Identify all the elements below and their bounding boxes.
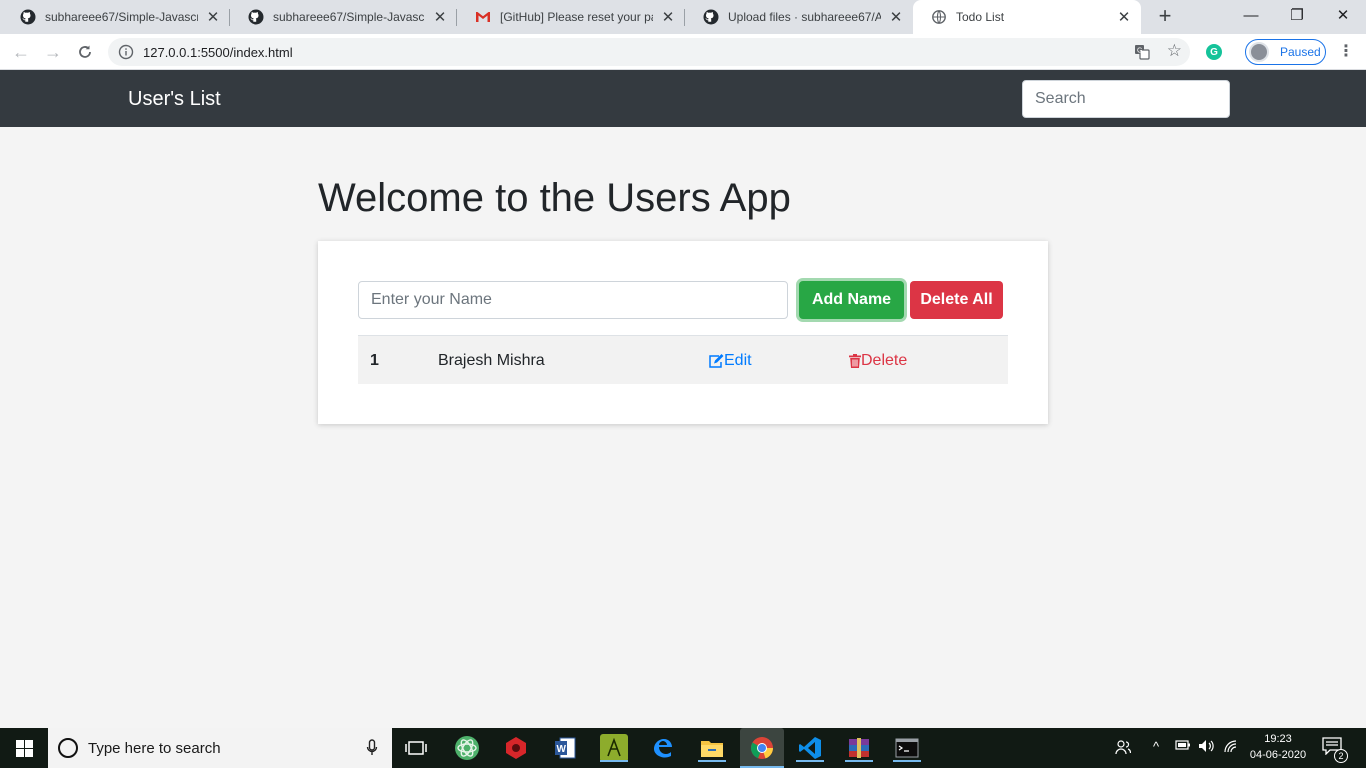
url-text: 127.0.0.1:5500/index.html: [143, 45, 293, 60]
winrar-icon[interactable]: [845, 734, 873, 762]
browser-tab-4[interactable]: Upload files · subhareee67/Am ✕: [685, 0, 913, 34]
app-icon[interactable]: [600, 734, 628, 762]
navbar-brand[interactable]: User's List: [128, 88, 221, 111]
close-icon[interactable]: ✕: [661, 8, 675, 26]
new-tab-button[interactable]: +: [1154, 5, 1176, 27]
grammarly-icon[interactable]: G: [1206, 44, 1222, 60]
user-row: 1 Brajesh Mishra Edit Delete: [358, 335, 1008, 384]
forward-arrow-icon[interactable]: →: [42, 41, 64, 63]
name-input[interactable]: [358, 281, 788, 319]
edit-link[interactable]: Edit: [708, 352, 752, 370]
gmail-icon: [475, 9, 491, 25]
svg-text:W: W: [557, 744, 567, 755]
bookmark-star-icon[interactable]: ☆: [1167, 41, 1182, 61]
add-name-button[interactable]: Add Name: [799, 281, 904, 319]
delete-link[interactable]: Delete: [849, 352, 907, 370]
close-icon[interactable]: ✕: [206, 8, 220, 26]
users-card: Add Name Delete All 1 Brajesh Mishra Edi…: [318, 241, 1048, 424]
running-indicator: [600, 760, 628, 762]
delete-label: Delete: [861, 352, 908, 369]
close-window-button[interactable]: ✕: [1320, 0, 1366, 30]
people-icon[interactable]: [1115, 739, 1132, 758]
reload-icon[interactable]: [74, 41, 96, 63]
terminal-icon[interactable]: [893, 734, 921, 762]
chrome-icon[interactable]: [740, 728, 784, 768]
file-explorer-icon[interactable]: [698, 734, 726, 762]
chevron-up-icon[interactable]: ^: [1153, 739, 1159, 754]
notifications-icon[interactable]: 2: [1322, 737, 1348, 763]
browser-tab-active[interactable]: Todo List ✕: [913, 0, 1141, 34]
profile-button[interactable]: Paused: [1245, 39, 1326, 65]
tab-title: Upload files · subhareee67/Am: [728, 10, 881, 24]
back-arrow-icon[interactable]: ←: [10, 41, 32, 63]
tab-title: subhareee67/Simple-Javascript: [45, 10, 198, 24]
minimize-button[interactable]: —: [1228, 0, 1274, 30]
profile-status: Paused: [1280, 45, 1321, 59]
taskbar-search-placeholder: Type here to search: [88, 739, 221, 757]
tab-title: [GitHub] Please reset your pass: [500, 10, 653, 24]
tab-title: Todo List: [956, 10, 1005, 24]
tab-strip: subhareee67/Simple-Javascript ✕ subharee…: [0, 0, 1366, 34]
github-icon: [20, 9, 36, 25]
running-indicator: [893, 760, 921, 762]
taskbar-search[interactable]: Type here to search: [48, 728, 392, 768]
menu-kebab-icon[interactable]: ⋮: [1338, 41, 1354, 61]
close-icon[interactable]: ✕: [889, 8, 903, 26]
running-indicator: [698, 760, 726, 762]
tab-title: subhareee67/Simple-Javascript: [273, 10, 425, 24]
svg-text:G: G: [1137, 48, 1142, 55]
taskbar-clock[interactable]: 19:23 04-06-2020: [1246, 731, 1310, 763]
browser-tab-3[interactable]: [GitHub] Please reset your pass ✕: [457, 0, 685, 34]
info-icon[interactable]: [118, 44, 134, 65]
browser-tab-1[interactable]: subhareee67/Simple-Javascript ✕: [2, 0, 230, 34]
page-title: Welcome to the Users App: [318, 176, 791, 220]
browser-toolbar: ← → 127.0.0.1:5500/index.html G ☆ G Paus…: [0, 34, 1366, 70]
user-name: Brajesh Mishra: [438, 352, 545, 369]
app-navbar: User's List: [0, 70, 1366, 127]
edit-label: Edit: [724, 352, 752, 369]
address-bar[interactable]: 127.0.0.1:5500/index.html G ☆: [108, 38, 1190, 66]
record-icon[interactable]: [502, 734, 530, 762]
notification-count: 2: [1334, 749, 1348, 763]
battery-icon[interactable]: [1175, 739, 1191, 754]
close-icon[interactable]: ✕: [1117, 8, 1131, 26]
globe-icon: [931, 9, 947, 25]
close-icon[interactable]: ✕: [433, 8, 447, 26]
microphone-icon[interactable]: [366, 739, 378, 762]
running-indicator: [845, 760, 873, 762]
wifi-icon[interactable]: [1223, 739, 1239, 756]
running-indicator: [796, 760, 824, 762]
windows-start-button[interactable]: [0, 728, 48, 768]
clock-time: 19:23: [1264, 733, 1292, 745]
word-icon[interactable]: W: [551, 734, 579, 762]
vscode-icon[interactable]: [796, 734, 824, 762]
translate-icon[interactable]: G: [1134, 44, 1150, 65]
github-icon: [248, 9, 264, 25]
browser-tab-2[interactable]: subhareee67/Simple-Javascript ✕: [230, 0, 457, 34]
atom-icon[interactable]: [453, 734, 481, 762]
edge-icon[interactable]: [649, 734, 677, 762]
windows-logo-icon: [15, 739, 33, 757]
edit-icon: [708, 353, 724, 369]
clock-date: 04-06-2020: [1249, 749, 1307, 761]
search-input[interactable]: [1022, 80, 1230, 118]
volume-icon[interactable]: [1198, 739, 1216, 756]
cortana-icon: [58, 738, 78, 758]
delete-all-button[interactable]: Delete All: [910, 281, 1003, 319]
github-icon: [703, 9, 719, 25]
windows-taskbar: Type here to search W ^ 19:23 04-06-2020…: [0, 728, 1366, 768]
avatar: [1249, 42, 1269, 62]
task-view-icon[interactable]: [402, 734, 430, 762]
trash-icon: [849, 354, 861, 368]
user-index: 1: [370, 352, 379, 369]
restore-button[interactable]: ❐: [1274, 0, 1320, 30]
